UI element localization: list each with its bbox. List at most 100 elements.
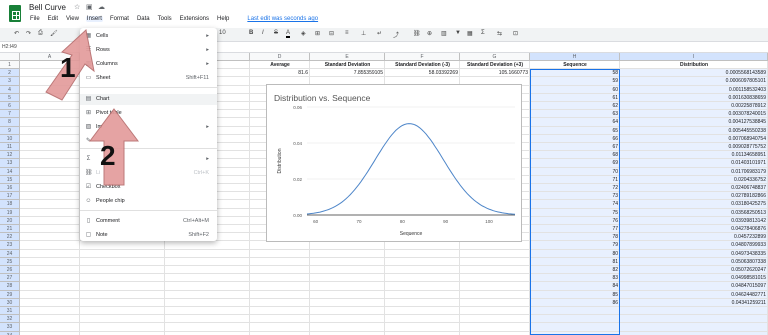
- row-header[interactable]: 22: [0, 233, 20, 242]
- grid-cell[interactable]: [310, 290, 385, 299]
- grid-cell[interactable]: [460, 274, 530, 283]
- grid-cell[interactable]: [165, 282, 250, 291]
- vertical-align-icon[interactable]: ⊥: [361, 30, 366, 37]
- grid-cell[interactable]: [460, 315, 530, 324]
- grid-cell[interactable]: [80, 323, 165, 332]
- undo-icon[interactable]: ↶: [14, 30, 19, 37]
- row-header[interactable]: 11: [0, 143, 20, 152]
- grid-cell[interactable]: [165, 315, 250, 324]
- cell-sequence[interactable]: 73: [530, 192, 620, 200]
- grid-cell[interactable]: [385, 266, 460, 275]
- grid-cell[interactable]: [460, 282, 530, 291]
- insert-chart-icon[interactable]: ▥: [441, 30, 447, 37]
- row-header[interactable]: 27: [0, 274, 20, 283]
- chart[interactable]: Distribution vs. Sequence 0.00 0.02 0.04 0.0…: [266, 84, 522, 242]
- grid-cell[interactable]: [20, 233, 80, 242]
- grid-cell[interactable]: [165, 331, 250, 335]
- grid-cell[interactable]: [20, 274, 80, 283]
- grid-cell[interactable]: [20, 307, 80, 316]
- star-icon[interactable]: ☆: [74, 3, 80, 11]
- grid-cell[interactable]: [385, 331, 460, 335]
- grid-cell[interactable]: [20, 118, 80, 127]
- cell-sequence[interactable]: 72: [530, 184, 620, 192]
- grid-cell[interactable]: [20, 257, 80, 266]
- grid-cell[interactable]: [20, 192, 80, 201]
- grid-cell[interactable]: [310, 315, 385, 324]
- cell-sequence[interactable]: 59: [530, 77, 620, 85]
- cell-header-std-dev[interactable]: Standard Deviation: [310, 61, 385, 69]
- grid-cell[interactable]: [80, 298, 165, 307]
- cell-sequence[interactable]: 64: [530, 118, 620, 126]
- cell-distribution[interactable]: 0.04847015097: [620, 282, 768, 290]
- row-header[interactable]: 18: [0, 200, 20, 209]
- cell-sequence[interactable]: 76: [530, 217, 620, 225]
- grid-cell[interactable]: [385, 282, 460, 291]
- cell-distribution[interactable]: 0.03568250513: [620, 209, 768, 217]
- grid-cell[interactable]: [20, 225, 80, 234]
- grid-cell[interactable]: [20, 331, 80, 335]
- grid-cell[interactable]: [460, 323, 530, 332]
- grid-cell[interactable]: [530, 331, 620, 335]
- grid-cell[interactable]: [165, 323, 250, 332]
- grid-cell[interactable]: [385, 249, 460, 258]
- cell-distribution[interactable]: 0.0457232899: [620, 233, 768, 241]
- cell-sequence[interactable]: 78: [530, 233, 620, 241]
- column-header-i[interactable]: I: [620, 53, 768, 61]
- cell-sequence[interactable]: 58: [530, 69, 620, 77]
- cell-sequence[interactable]: 85: [530, 291, 620, 299]
- grid-cell[interactable]: [20, 323, 80, 332]
- cell-sequence[interactable]: 77: [530, 225, 620, 233]
- grid-cell[interactable]: [165, 290, 250, 299]
- grid-cell[interactable]: [310, 249, 385, 258]
- row-header[interactable]: 10: [0, 134, 20, 143]
- grid-cell[interactable]: [460, 298, 530, 307]
- column-header-e[interactable]: E: [310, 53, 385, 61]
- grid-cell[interactable]: [250, 290, 310, 299]
- cell-distribution[interactable]: 0.04624482771: [620, 291, 768, 299]
- italic-button[interactable]: I: [262, 30, 264, 36]
- grid-cell[interactable]: [530, 315, 620, 324]
- grid-cell[interactable]: [20, 282, 80, 291]
- cell-distribution[interactable]: 0.001630838659: [620, 94, 768, 102]
- cell-distribution[interactable]: 0.05072620247: [620, 266, 768, 274]
- cell-sequence[interactable]: 83: [530, 274, 620, 282]
- row-header[interactable]: 16: [0, 184, 20, 193]
- cell-distribution[interactable]: 0.005445550238: [620, 127, 768, 135]
- row-header[interactable]: 25: [0, 257, 20, 266]
- cell-sequence[interactable]: 60: [530, 86, 620, 94]
- grid-cell[interactable]: [20, 126, 80, 135]
- grid-cell[interactable]: [20, 290, 80, 299]
- cell-distribution[interactable]: 0.009028775752: [620, 143, 768, 151]
- cell-sequence[interactable]: 86: [530, 299, 620, 307]
- sheet-tools-icon[interactable]: ⊡: [513, 30, 518, 37]
- grid-cell[interactable]: [165, 257, 250, 266]
- cell-std-dev-value[interactable]: 7.855359105: [310, 69, 385, 77]
- cell-distribution[interactable]: 0.01403101971: [620, 159, 768, 167]
- row-header[interactable]: 2: [0, 69, 20, 78]
- cell-distribution[interactable]: 0.001158532403: [620, 86, 768, 94]
- row-header[interactable]: 5: [0, 93, 20, 102]
- cell-sequence[interactable]: 79: [530, 241, 620, 249]
- insert-menu-item-note[interactable]: ▢ Note Shift+F2: [80, 230, 217, 241]
- row-header[interactable]: 21: [0, 225, 20, 234]
- grid-cell[interactable]: [460, 249, 530, 258]
- cell-sequence[interactable]: 81: [530, 258, 620, 266]
- grid-cell[interactable]: [20, 184, 80, 193]
- grid-cell[interactable]: [385, 290, 460, 299]
- cell-sequence[interactable]: 74: [530, 200, 620, 208]
- cloud-status-icon[interactable]: ☁: [98, 3, 105, 11]
- cell-distribution[interactable]: 0.03939813142: [620, 217, 768, 225]
- cell-std-dev-minus3-value[interactable]: 58.03392269: [385, 69, 460, 77]
- cell-distribution[interactable]: 0.01706983179: [620, 168, 768, 176]
- grid-cell[interactable]: [250, 307, 310, 316]
- cell-sequence[interactable]: 69: [530, 159, 620, 167]
- grid-cell[interactable]: [310, 331, 385, 335]
- grid-cell[interactable]: [20, 266, 80, 275]
- cell-distribution[interactable]: 0.003078240015: [620, 110, 768, 118]
- grid-cell[interactable]: [80, 241, 165, 250]
- last-edit-link[interactable]: Last edit was seconds ago: [246, 16, 319, 22]
- grid-cell[interactable]: [385, 298, 460, 307]
- cell-sequence[interactable]: 62: [530, 102, 620, 110]
- grid-cell[interactable]: [310, 282, 385, 291]
- grid-cell[interactable]: [620, 331, 768, 335]
